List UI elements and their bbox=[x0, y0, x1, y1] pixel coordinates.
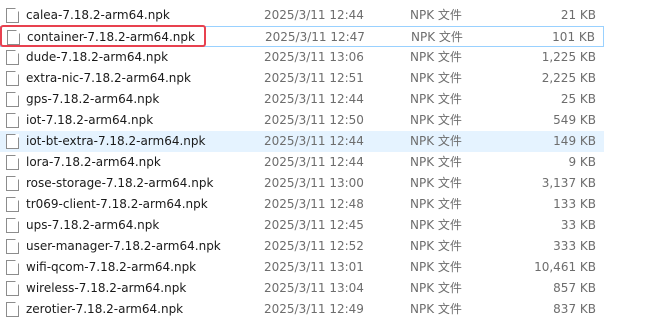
file-name: tr069-client-7.18.2-arm64.npk bbox=[26, 197, 208, 211]
file-size: 101 KB bbox=[552, 30, 595, 44]
file-type: NPK 文件 bbox=[410, 113, 462, 127]
file-name: lora-7.18.2-arm64.npk bbox=[26, 155, 161, 169]
file-type: NPK 文件 bbox=[410, 302, 462, 316]
file-date: 2025/3/11 12:44 bbox=[264, 92, 364, 106]
file-size: 10,461 KB bbox=[534, 260, 596, 274]
file-type: NPK 文件 bbox=[410, 155, 462, 169]
file-name: rose-storage-7.18.2-arm64.npk bbox=[26, 176, 214, 190]
file-name: gps-7.18.2-arm64.npk bbox=[26, 92, 160, 106]
file-row-zerotier[interactable]: zerotier-7.18.2-arm64.npk 2025/3/11 12:4… bbox=[0, 299, 604, 320]
file-type: NPK 文件 bbox=[410, 281, 462, 295]
file-type: NPK 文件 bbox=[411, 30, 463, 44]
file-type: NPK 文件 bbox=[410, 8, 462, 22]
file-type: NPK 文件 bbox=[410, 134, 462, 148]
file-icon bbox=[6, 8, 19, 23]
file-date: 2025/3/11 12:47 bbox=[265, 30, 365, 44]
file-icon bbox=[6, 302, 19, 317]
file-date: 2025/3/11 13:06 bbox=[264, 50, 364, 64]
file-type: NPK 文件 bbox=[410, 50, 462, 64]
file-size: 2,225 KB bbox=[541, 71, 596, 85]
file-size: 837 KB bbox=[553, 302, 596, 316]
file-row-extra-nic[interactable]: extra-nic-7.18.2-arm64.npk 2025/3/11 12:… bbox=[0, 68, 604, 89]
file-date: 2025/3/11 12:52 bbox=[264, 239, 364, 253]
file-icon bbox=[6, 260, 19, 275]
file-name: calea-7.18.2-arm64.npk bbox=[26, 8, 170, 22]
file-date: 2025/3/11 13:00 bbox=[264, 176, 364, 190]
file-row-wifi-qcom[interactable]: wifi-qcom-7.18.2-arm64.npk 2025/3/11 13:… bbox=[0, 257, 604, 278]
file-icon bbox=[6, 155, 19, 170]
file-type: NPK 文件 bbox=[410, 260, 462, 274]
file-size: 25 KB bbox=[560, 92, 596, 106]
file-row-rose-storage[interactable]: rose-storage-7.18.2-arm64.npk 2025/3/11 … bbox=[0, 173, 604, 194]
file-name: wifi-qcom-7.18.2-arm64.npk bbox=[26, 260, 197, 274]
file-name: extra-nic-7.18.2-arm64.npk bbox=[26, 71, 191, 85]
file-row-dude[interactable]: dude-7.18.2-arm64.npk 2025/3/11 13:06 NP… bbox=[0, 47, 604, 68]
file-row-gps[interactable]: gps-7.18.2-arm64.npk 2025/3/11 12:44 NPK… bbox=[0, 89, 604, 110]
file-date: 2025/3/11 12:44 bbox=[264, 8, 364, 22]
file-icon bbox=[6, 92, 19, 107]
file-row-tr069-client[interactable]: tr069-client-7.18.2-arm64.npk 2025/3/11 … bbox=[0, 194, 604, 215]
file-icon bbox=[6, 218, 19, 233]
file-name: ups-7.18.2-arm64.npk bbox=[26, 218, 160, 232]
file-size: 857 KB bbox=[553, 281, 596, 295]
file-type: NPK 文件 bbox=[410, 239, 462, 253]
file-date: 2025/3/11 13:01 bbox=[264, 260, 364, 274]
file-type: NPK 文件 bbox=[410, 71, 462, 85]
file-date: 2025/3/11 12:49 bbox=[264, 302, 364, 316]
file-size: 333 KB bbox=[553, 239, 596, 253]
file-icon bbox=[6, 197, 19, 212]
file-size: 21 KB bbox=[560, 8, 596, 22]
file-type: NPK 文件 bbox=[410, 92, 462, 106]
file-name: iot-7.18.2-arm64.npk bbox=[26, 113, 154, 127]
file-name: zerotier-7.18.2-arm64.npk bbox=[26, 302, 184, 316]
file-size: 133 KB bbox=[553, 197, 596, 211]
file-type: NPK 文件 bbox=[410, 197, 462, 211]
file-date: 2025/3/11 12:51 bbox=[264, 71, 364, 85]
file-icon bbox=[6, 281, 19, 296]
file-date: 2025/3/11 12:44 bbox=[264, 134, 364, 148]
file-icon bbox=[6, 239, 19, 254]
file-row-user-manager[interactable]: user-manager-7.18.2-arm64.npk 2025/3/11 … bbox=[0, 236, 604, 257]
file-name: iot-bt-extra-7.18.2-arm64.npk bbox=[26, 134, 206, 148]
file-date: 2025/3/11 13:04 bbox=[264, 281, 364, 295]
file-icon bbox=[6, 113, 19, 128]
file-name: user-manager-7.18.2-arm64.npk bbox=[26, 239, 221, 253]
file-row-iot[interactable]: iot-7.18.2-arm64.npk 2025/3/11 12:50 NPK… bbox=[0, 110, 604, 131]
file-date: 2025/3/11 12:44 bbox=[264, 155, 364, 169]
file-date: 2025/3/11 12:45 bbox=[264, 218, 364, 232]
file-size: 1,225 KB bbox=[541, 50, 596, 64]
file-row-ups[interactable]: ups-7.18.2-arm64.npk 2025/3/11 12:45 NPK… bbox=[0, 215, 604, 236]
file-name: container-7.18.2-arm64.npk bbox=[27, 30, 195, 44]
file-date: 2025/3/11 12:48 bbox=[264, 197, 364, 211]
file-icon bbox=[6, 50, 19, 65]
file-size: 549 KB bbox=[553, 113, 596, 127]
file-icon bbox=[6, 176, 19, 191]
file-row-iot-bt-extra[interactable]: iot-bt-extra-7.18.2-arm64.npk 2025/3/11 … bbox=[0, 131, 604, 152]
file-row-lora[interactable]: lora-7.18.2-arm64.npk 2025/3/11 12:44 NP… bbox=[0, 152, 604, 173]
file-list: calea-7.18.2-arm64.npk 2025/3/11 12:44 N… bbox=[0, 0, 654, 334]
file-size: 9 KB bbox=[568, 155, 596, 169]
file-type: NPK 文件 bbox=[410, 176, 462, 190]
file-type: NPK 文件 bbox=[410, 218, 462, 232]
file-icon bbox=[6, 134, 19, 149]
file-date: 2025/3/11 12:50 bbox=[264, 113, 364, 127]
file-row-calea[interactable]: calea-7.18.2-arm64.npk 2025/3/11 12:44 N… bbox=[0, 5, 604, 26]
file-icon bbox=[7, 30, 20, 45]
file-name: wireless-7.18.2-arm64.npk bbox=[26, 281, 187, 295]
file-size: 3,137 KB bbox=[541, 176, 596, 190]
file-size: 149 KB bbox=[553, 134, 596, 148]
file-row-wireless[interactable]: wireless-7.18.2-arm64.npk 2025/3/11 13:0… bbox=[0, 278, 604, 299]
file-name: dude-7.18.2-arm64.npk bbox=[26, 50, 169, 64]
file-size: 33 KB bbox=[560, 218, 596, 232]
file-row-container[interactable]: container-7.18.2-arm64.npk 2025/3/11 12:… bbox=[0, 26, 604, 47]
file-icon bbox=[6, 71, 19, 86]
